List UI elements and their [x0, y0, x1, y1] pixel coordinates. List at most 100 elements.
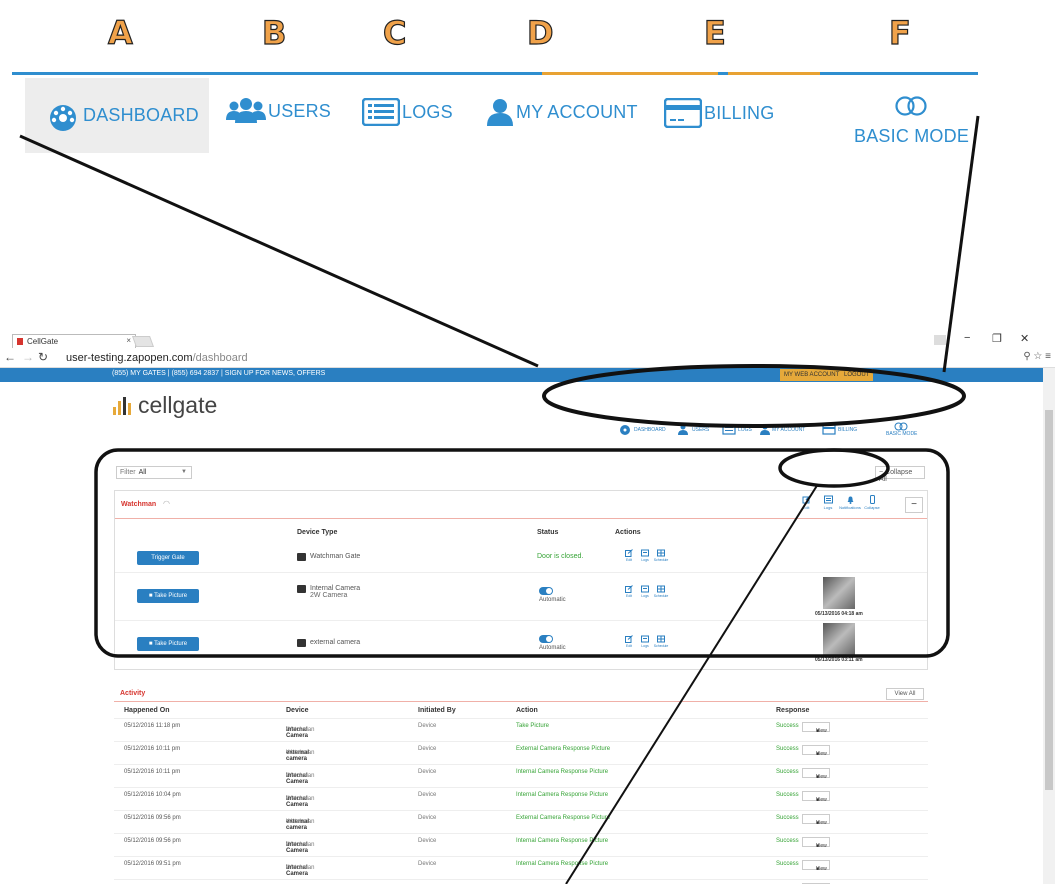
- device-subtype: 2W Camera: [310, 592, 348, 599]
- scrollbar-thumb[interactable]: [1045, 410, 1053, 790]
- logs-icon: [823, 495, 833, 504]
- activity-action: Internal Camera Response Picture: [516, 792, 609, 798]
- site-logs-button[interactable]: Logs: [817, 495, 839, 510]
- automatic-toggle[interactable]: Automatic: [539, 587, 566, 603]
- browser-tab[interactable]: CellGate ×: [12, 334, 136, 348]
- activity-initiated-by: Device: [418, 792, 437, 798]
- view-all-button[interactable]: View All: [886, 688, 924, 700]
- nav-label: MY ACCOUNT: [772, 426, 806, 433]
- filter-value: All: [138, 469, 147, 476]
- view-picture-button[interactable]: ■ View: [802, 837, 830, 849]
- device-logs-button[interactable]: Logs: [637, 585, 653, 598]
- notifications-button[interactable]: Notifications: [839, 495, 861, 510]
- edit-site-button[interactable]: Edit: [795, 495, 817, 510]
- minimize-site-button[interactable]: −: [905, 497, 923, 513]
- forward-icon[interactable]: →: [22, 350, 34, 364]
- snapshot-image: [822, 577, 855, 609]
- activity-site: Watchman: [286, 727, 315, 733]
- column-status: Status: [537, 529, 559, 536]
- activity-site: Watchman: [286, 750, 315, 756]
- activity-response: Success: [776, 769, 799, 775]
- zoomed-nav-basic-mode[interactable]: BASIC MODE: [852, 96, 969, 147]
- activity-response: Success: [776, 746, 799, 752]
- close-window-icon[interactable]: ✕: [1020, 332, 1029, 345]
- view-picture-button[interactable]: ■ View: [802, 768, 830, 780]
- zoomed-nav-label: MY ACCOUNT: [516, 101, 638, 122]
- zoomed-nav-logs[interactable]: LOGS: [362, 98, 453, 126]
- column-response: Response: [776, 707, 810, 714]
- trigger-gate-button[interactable]: Trigger Gate: [137, 551, 199, 565]
- activity-site: Watchman: [286, 819, 315, 825]
- edit-device-button[interactable]: Edit: [621, 635, 637, 648]
- nav-basic-mode[interactable]: BASIC MODE: [886, 422, 917, 437]
- nav-label: BILLING: [838, 426, 858, 433]
- annotation-letters: A B C D E F: [0, 13, 1055, 54]
- contact-text: (855) MY GATES | (855) 694 2837 | SIGN U…: [112, 370, 326, 377]
- callout-line: [19, 134, 539, 368]
- credit-card-icon: [664, 98, 702, 128]
- dashboard-icon: [45, 101, 81, 131]
- minimize-icon[interactable]: −: [964, 332, 970, 344]
- device-schedule-button[interactable]: Schedule: [653, 635, 669, 648]
- nav-divider: [12, 72, 978, 75]
- view-picture-button[interactable]: ■ View: [802, 722, 830, 734]
- zoomed-nav-label: BILLING: [704, 102, 775, 123]
- toggle-switch: [539, 635, 553, 643]
- device-logs-button[interactable]: Logs: [637, 635, 653, 648]
- profile-icon[interactable]: [934, 335, 946, 345]
- collapse-all-button[interactable]: − Collapse All: [875, 466, 925, 483]
- automatic-toggle[interactable]: Automatic: [539, 635, 566, 651]
- logout-button[interactable]: LOGOUT: [840, 369, 874, 381]
- browser-actions-icons[interactable]: ⚲ ☆ ≡: [1023, 351, 1051, 362]
- letter-b: B: [261, 13, 287, 52]
- zoomed-nav-my-account[interactable]: MY ACCOUNT: [486, 98, 638, 126]
- close-tab-icon[interactable]: ×: [126, 336, 131, 345]
- column-initiated-by: Initiated By: [418, 707, 456, 714]
- nav-logs[interactable]: LOGS: [722, 424, 752, 435]
- camera-snapshot[interactable]: 05/13/2016 03:11 am: [815, 623, 863, 663]
- nav-dashboard[interactable]: DASHBOARD: [618, 424, 666, 435]
- zoomed-nav-billing[interactable]: BILLING: [664, 98, 774, 128]
- my-web-account-button[interactable]: MY WEB ACCOUNT: [780, 369, 844, 381]
- calendar-icon: [657, 549, 665, 557]
- zoomed-nav-dashboard[interactable]: DASHBOARD: [25, 78, 209, 153]
- address-bar: ← → ↻ user-testing.zapopen.com/dashboard…: [0, 348, 1055, 368]
- cellgate-logo[interactable]: cellgate: [112, 392, 217, 419]
- reload-icon[interactable]: ↻: [38, 350, 48, 364]
- filter-select[interactable]: Filter All ▼: [116, 466, 192, 479]
- view-picture-button[interactable]: ■ View: [802, 860, 830, 872]
- nav-label: LOGS: [738, 426, 752, 433]
- edit-icon: [625, 549, 633, 557]
- restore-icon[interactable]: ❐: [992, 332, 1002, 345]
- activity-row: 05/12/2016 10:04 pm Internal Camera Watchm…: [114, 787, 928, 810]
- device-row: ■ Take Picture external camera Automatic…: [115, 621, 927, 669]
- nav-my-account[interactable]: MY ACCOUNT: [760, 424, 805, 435]
- take-picture-button[interactable]: ■ Take Picture: [137, 637, 199, 651]
- activity-row: 05/12/2016 10:11 pm Internal Camera Watchm…: [114, 764, 928, 787]
- new-tab-button[interactable]: [131, 336, 155, 347]
- edit-icon: [802, 495, 810, 504]
- camera-icon: [297, 639, 306, 647]
- nav-billing[interactable]: BILLING: [822, 424, 857, 435]
- page-scrollbar[interactable]: [1043, 368, 1055, 884]
- filter-label: Filter: [120, 469, 136, 476]
- view-picture-button[interactable]: ■ View: [802, 814, 830, 826]
- activity-row: 05/12/2016 09:56 pm external camera Watchm…: [114, 810, 928, 833]
- take-picture-button[interactable]: ■ Take Picture: [137, 589, 199, 603]
- column-device: Device: [286, 707, 309, 714]
- camera-snapshot[interactable]: 05/13/2016 04:18 am: [815, 577, 863, 617]
- nav-users[interactable]: USERS: [676, 424, 709, 435]
- device-schedule-button[interactable]: Schedule: [653, 549, 669, 562]
- zoomed-nav-users[interactable]: USERS: [226, 96, 331, 126]
- edit-device-button[interactable]: Edit: [621, 585, 637, 598]
- edit-device-button[interactable]: Edit: [621, 549, 637, 562]
- calendar-icon: [657, 635, 665, 643]
- site-collapse-button[interactable]: Collapse: [861, 495, 883, 510]
- activity-initiated-by: Device: [418, 861, 437, 867]
- view-picture-button[interactable]: ■ View: [802, 745, 830, 757]
- back-icon[interactable]: ←: [4, 350, 16, 364]
- url-field[interactable]: user-testing.zapopen.com/dashboard: [66, 352, 248, 364]
- device-schedule-button[interactable]: Schedule: [653, 585, 669, 598]
- view-picture-button[interactable]: ■ View: [802, 791, 830, 803]
- device-logs-button[interactable]: Logs: [637, 549, 653, 562]
